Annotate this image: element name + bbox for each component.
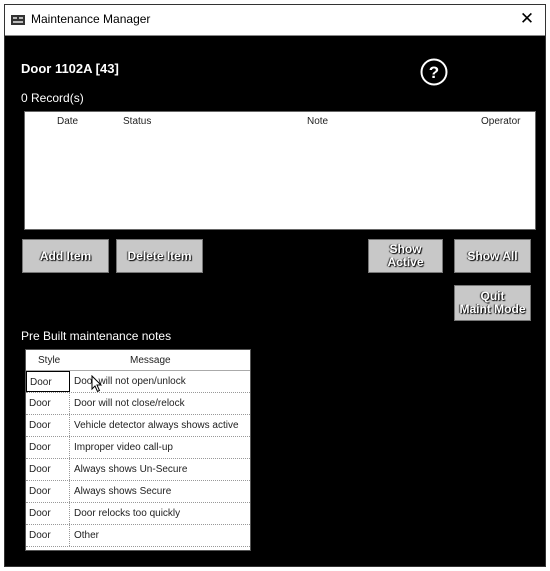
column-header-note[interactable]: Note [307, 116, 328, 127]
records-table[interactable]: Date Status Note Operator [24, 111, 536, 230]
note-style: Door [26, 459, 70, 480]
note-row[interactable]: Door Door will not open/unlock [26, 371, 250, 393]
note-row[interactable]: Door Always shows Secure [26, 481, 250, 503]
note-style: Door [26, 503, 70, 524]
note-message: Vehicle detector always shows active [74, 420, 239, 431]
door-title: Door 1102A [43] [21, 61, 119, 76]
note-message: Improper video call-up [74, 442, 173, 453]
note-style: Door [26, 371, 70, 392]
svg-text:?: ? [429, 63, 439, 82]
notes-table[interactable]: Style Message Door Door will not open/un… [25, 349, 251, 551]
title-bar[interactable]: Maintenance Manager ✕ [5, 5, 545, 36]
app-icon [11, 13, 25, 31]
notes-header: Style Message [26, 350, 250, 371]
note-style: Door [26, 393, 70, 414]
note-message: Always shows Un-Secure [74, 464, 188, 475]
column-header-status[interactable]: Status [123, 116, 151, 127]
show-active-button[interactable]: Show Active [368, 239, 443, 273]
note-row[interactable]: Door Improper video call-up [26, 437, 250, 459]
close-icon[interactable]: ✕ [515, 8, 539, 30]
add-item-button[interactable]: Add Item [22, 239, 109, 273]
note-row[interactable]: Door Vehicle detector always shows activ… [26, 415, 250, 437]
record-count: 0 Record(s) [21, 91, 84, 105]
quit-maint-mode-button[interactable]: Quit Maint Mode [454, 285, 531, 321]
mouse-pointer-icon [91, 374, 103, 398]
delete-item-button[interactable]: Delete Item [116, 239, 203, 273]
column-header-style[interactable]: Style [38, 355, 60, 366]
help-icon[interactable]: ? [419, 57, 449, 92]
notes-label: Pre Built maintenance notes [21, 329, 172, 343]
note-row[interactable]: Door Door will not close/relock [26, 393, 250, 415]
note-message: Door relocks too quickly [74, 508, 181, 519]
window-title: Maintenance Manager [31, 12, 151, 26]
note-message: Other [74, 530, 100, 541]
note-row[interactable]: Door Always shows Un-Secure [26, 459, 250, 481]
note-message: Always shows Secure [74, 486, 172, 497]
show-all-button[interactable]: Show All [454, 239, 531, 273]
note-style: Door [26, 525, 70, 546]
quit-maint-mode-line2: Maint Mode [459, 302, 526, 316]
column-header-message[interactable]: Message [130, 355, 171, 366]
note-style: Door [26, 415, 70, 436]
note-style: Door [26, 481, 70, 502]
column-header-operator[interactable]: Operator [481, 116, 520, 127]
note-row[interactable]: Door Door relocks too quickly [26, 503, 250, 525]
column-header-date[interactable]: Date [57, 116, 78, 127]
note-row[interactable]: Door Other [26, 525, 250, 547]
maintenance-manager-window: Maintenance Manager ✕ Door 1102A [43] ? … [4, 4, 546, 567]
note-style: Door [26, 437, 70, 458]
